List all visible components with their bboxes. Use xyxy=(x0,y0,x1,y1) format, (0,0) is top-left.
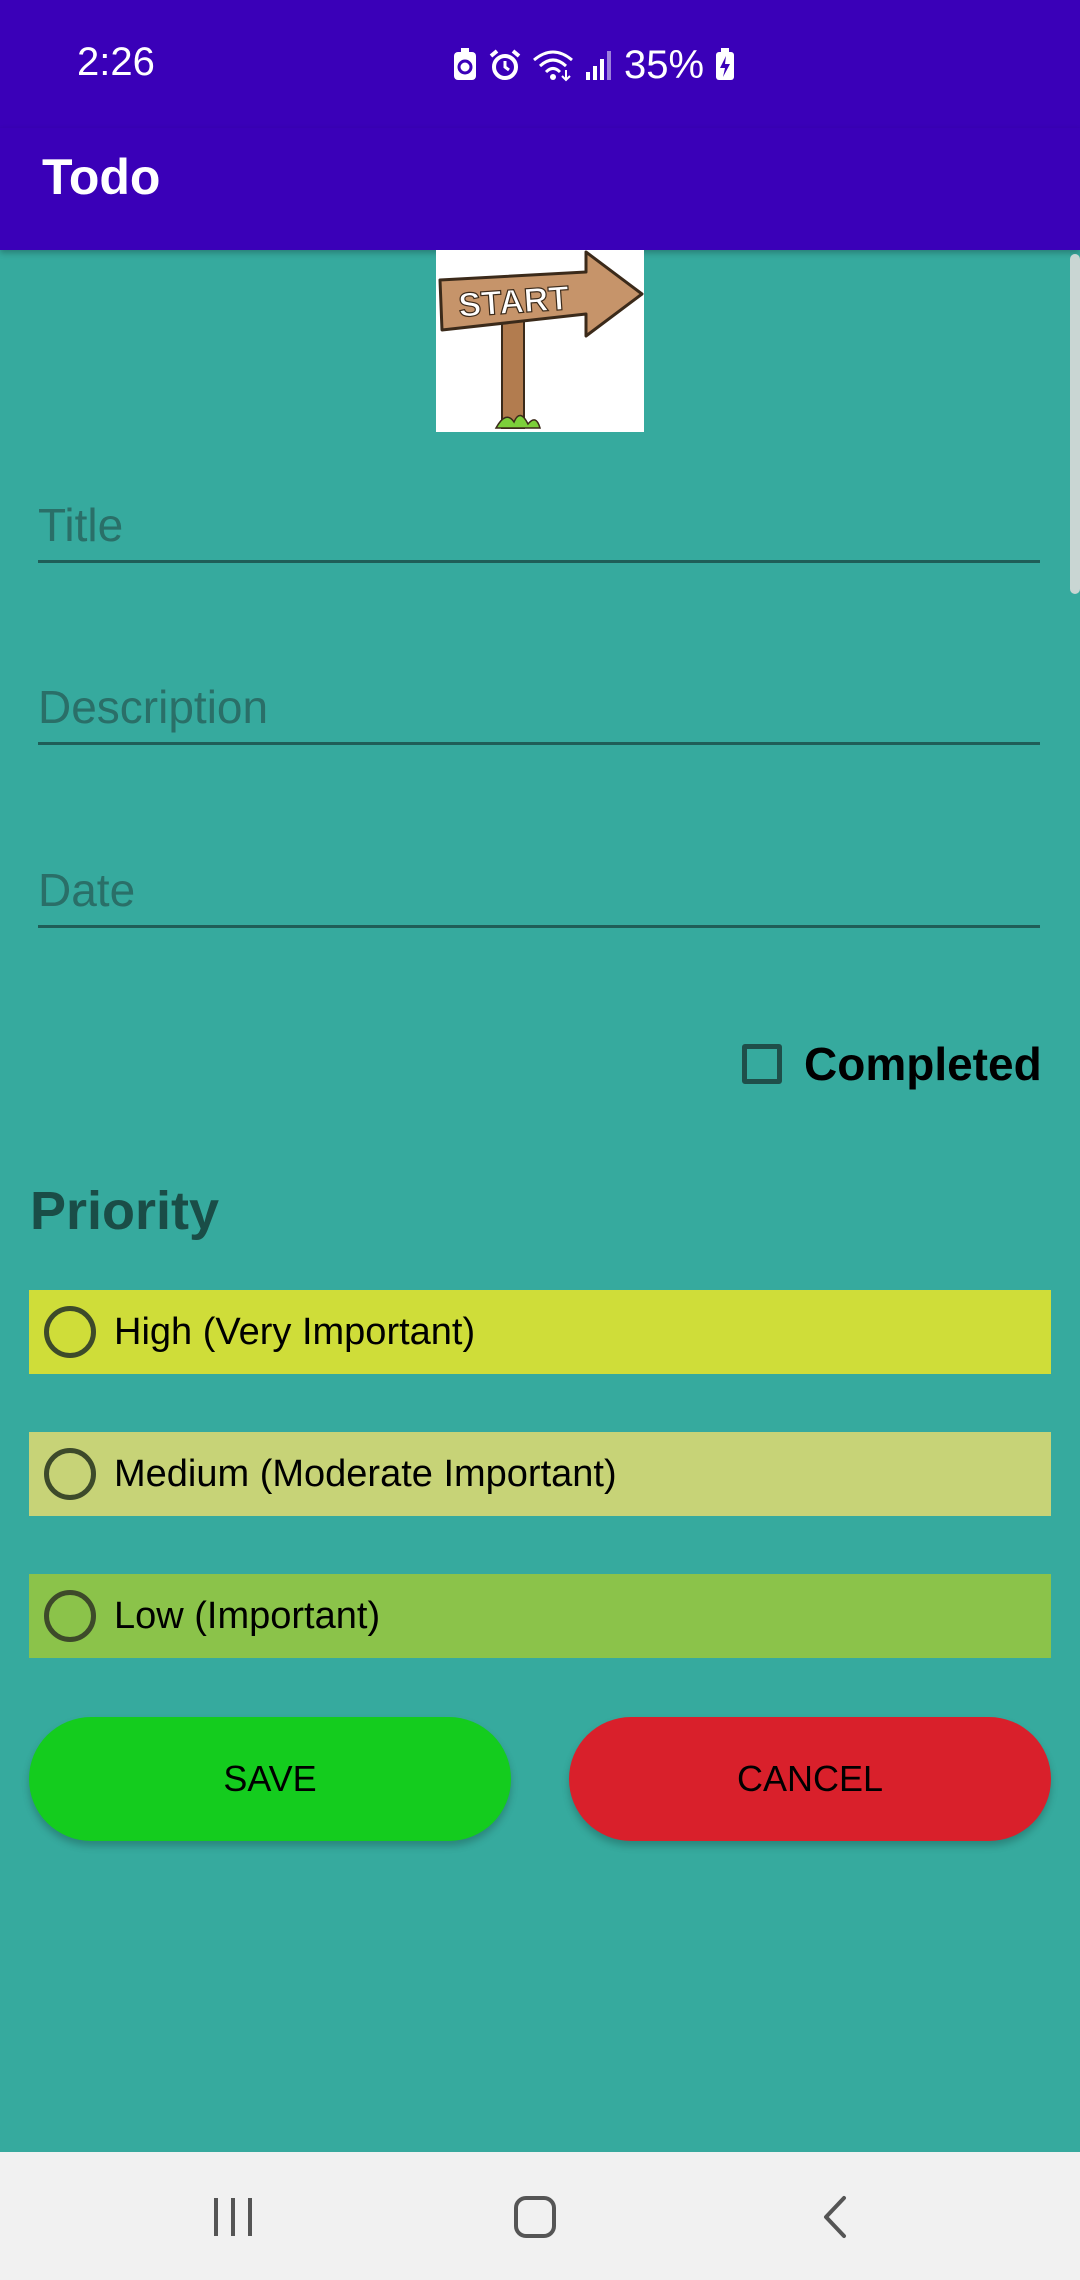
cancel-button[interactable]: CANCEL xyxy=(569,1717,1051,1841)
home-icon[interactable] xyxy=(512,2194,558,2240)
back-icon[interactable] xyxy=(818,2194,854,2240)
priority-option-medium[interactable]: Medium (Moderate Important) xyxy=(29,1432,1051,1516)
completed-checkbox-row[interactable]: Completed xyxy=(742,1034,1042,1094)
app-bar: Todo xyxy=(0,128,1080,250)
radio-label-low: Low (Important) xyxy=(114,1594,381,1637)
status-bar: 2:26 35% xyxy=(0,0,1080,128)
status-time: 2:26 xyxy=(77,40,155,84)
completed-checkbox[interactable] xyxy=(742,1044,782,1084)
alarm-icon xyxy=(489,49,521,80)
radio-low[interactable] xyxy=(44,1590,96,1642)
navigation-bar xyxy=(0,2152,1080,2280)
signal-icon xyxy=(586,51,611,80)
save-button[interactable]: SAVE xyxy=(29,1717,511,1841)
date-field[interactable] xyxy=(38,855,1040,928)
start-signpost-image[interactable]: START xyxy=(436,250,644,432)
priority-heading: Priority xyxy=(30,1181,220,1241)
battery-percent: 35% xyxy=(624,42,705,87)
wifi-icon xyxy=(533,50,573,82)
radio-label-medium: Medium (Moderate Important) xyxy=(114,1452,617,1495)
scrollbar[interactable] xyxy=(1070,254,1080,594)
radio-high[interactable] xyxy=(44,1306,96,1358)
app-title: Todo xyxy=(42,149,161,205)
priority-option-high[interactable]: High (Very Important) xyxy=(29,1290,1051,1374)
date-input[interactable] xyxy=(38,855,1040,925)
start-sign-text: START xyxy=(457,279,570,325)
status-icons: 35% xyxy=(452,40,736,90)
charging-battery-icon xyxy=(716,48,735,80)
title-field[interactable] xyxy=(38,490,1040,563)
description-field[interactable] xyxy=(38,672,1040,745)
completed-label: Completed xyxy=(804,1038,1042,1090)
title-input[interactable] xyxy=(38,490,1040,560)
radio-medium[interactable] xyxy=(44,1448,96,1500)
recent-apps-icon[interactable] xyxy=(210,2196,256,2238)
battery-saver-icon xyxy=(454,48,476,80)
priority-option-low[interactable]: Low (Important) xyxy=(29,1574,1051,1658)
radio-label-high: High (Very Important) xyxy=(114,1310,476,1353)
description-input[interactable] xyxy=(38,672,1040,742)
